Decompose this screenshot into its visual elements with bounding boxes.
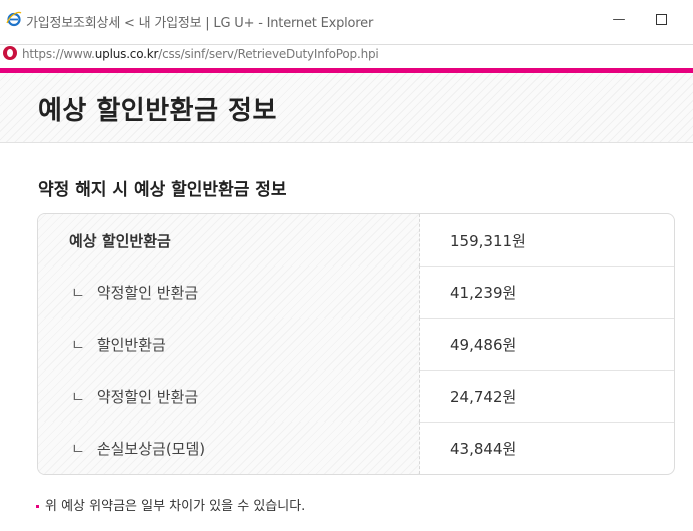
bullet-icon (36, 505, 39, 508)
page-header: 예상 할인반환금 정보 (0, 73, 693, 143)
window-title: 가입정보조회상세 < 내 가입정보 | LG U+ - Internet Exp… (26, 16, 374, 31)
label-cell: ㄴ 할인반환금 (38, 318, 420, 370)
label-cell: ㄴ 손실보상금(모뎀) (38, 422, 420, 474)
internet-explorer-icon (6, 11, 22, 27)
lg-site-icon (3, 46, 17, 60)
table-row: ㄴ 손실보상금(모뎀) 43,844원 (38, 422, 674, 474)
row-label-wrap: ㄴ 약정할인 반환금 (71, 386, 198, 407)
label-cell: ㄴ 약정할인 반환금 (38, 266, 420, 318)
maximize-button[interactable] (646, 8, 676, 32)
sub-item-marker: ㄴ (71, 336, 85, 354)
row-value: 159,311원 (450, 232, 526, 250)
note-text: 위 예상 위약금은 일부 차이가 있을 수 있습니다. (45, 499, 306, 514)
section-title: 약정 해지 시 예상 할인반환금 정보 (38, 180, 287, 200)
disclaimer-note: 위 예상 위약금은 일부 차이가 있을 수 있습니다. (36, 495, 305, 514)
label-cell: 예상 할인반환금 (38, 214, 420, 266)
row-label-wrap: ㄴ 약정할인 반환금 (71, 282, 198, 303)
refund-table: 예상 할인반환금 159,311원 ㄴ 약정할인 반환금 41,239원 ㄴ 할인반… (37, 213, 675, 475)
sub-item-marker: ㄴ (71, 284, 85, 302)
minimize-button[interactable]: — (604, 8, 634, 32)
row-label: 약정할인 반환금 (96, 284, 199, 302)
table-row: 예상 할인반환금 159,311원 (38, 214, 674, 267)
table-row: ㄴ 약정할인 반환금 41,239원 (38, 266, 674, 319)
table-row: ㄴ 할인반환금 49,486원 (38, 318, 674, 371)
row-label-wrap: ㄴ 손실보상금(모뎀) (71, 438, 205, 459)
label-cell: ㄴ 약정할인 반환금 (38, 370, 420, 422)
url-path: /css/sinf/serv/RetrieveDutyInfoPop.hpi (158, 47, 379, 61)
url-text[interactable]: https://www.uplus.co.kr/css/sinf/serv/Re… (22, 47, 379, 61)
row-label: 약정할인 반환금 (96, 388, 199, 406)
row-value: 41,239원 (450, 284, 517, 302)
page-title: 예상 할인반환금 정보 (38, 96, 277, 126)
url-domain: uplus.co.kr (94, 47, 159, 61)
url-prefix: https://www. (22, 47, 95, 61)
minimize-icon: — (612, 12, 626, 27)
row-label-wrap: ㄴ 할인반환금 (71, 334, 166, 355)
row-label: 손실보상금(모뎀) (96, 440, 206, 458)
window-titlebar: 가입정보조회상세 < 내 가입정보 | LG U+ - Internet Exp… (0, 0, 693, 44)
address-bar[interactable]: https://www.uplus.co.kr/css/sinf/serv/Re… (0, 44, 693, 65)
sub-item-marker: ㄴ (71, 388, 85, 406)
row-value: 49,486원 (450, 336, 517, 354)
table-row: ㄴ 약정할인 반환금 24,742원 (38, 370, 674, 423)
maximize-icon (655, 14, 667, 25)
row-value: 43,844원 (450, 440, 517, 458)
row-value: 24,742원 (450, 388, 517, 406)
row-label: 예상 할인반환금 (69, 232, 171, 250)
sub-item-marker: ㄴ (71, 440, 85, 458)
row-label: 할인반환금 (96, 336, 166, 354)
